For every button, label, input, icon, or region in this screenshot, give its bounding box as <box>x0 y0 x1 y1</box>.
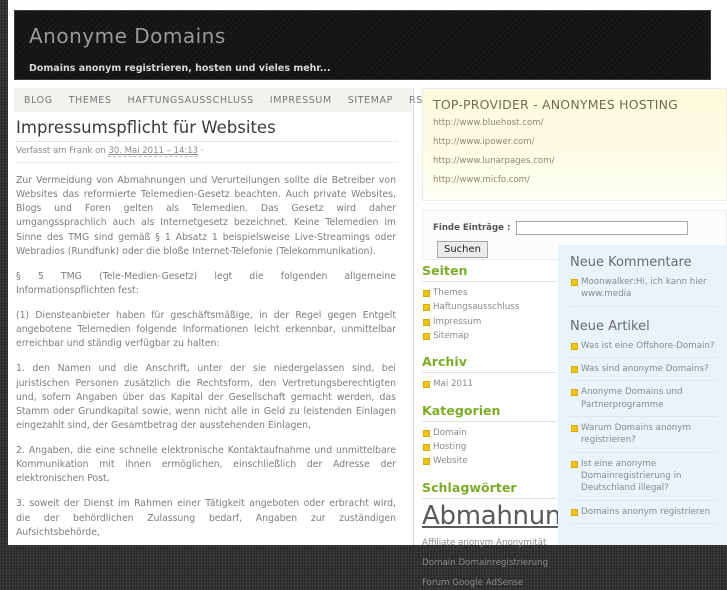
top-provider-widget: TOP-PROVIDER - ANONYMES HOSTING http://w… <box>422 88 727 201</box>
sidebar-right-column: Neue Kommentare Moonwalker:Hi, ich kann … <box>558 245 727 545</box>
list-item[interactable]: Moonwalker:Hi, ich kann hier www.media <box>570 276 717 307</box>
tag-abmahnung[interactable]: Abmahnung <box>422 502 578 530</box>
nav-item-blog[interactable]: BLOG <box>24 95 53 106</box>
list-item[interactable]: Was sind anonyme Domains? <box>570 363 717 382</box>
post-paragraph: Zur Vermeidung von Abmahnungen und Verur… <box>16 175 396 257</box>
post-paragraph: 2. Angaben, die eine schnelle elektronis… <box>16 445 396 485</box>
post-paragraph: § 5 TMG (Tele-Medien-Gesetz) legt die fo… <box>16 270 396 296</box>
site-tagline: Domains anonym registrieren, hosten und … <box>29 63 331 74</box>
widget-list-seiten: Themes Haftungsausschluss Impressum Site… <box>422 287 557 342</box>
list-item[interactable]: Website <box>422 455 557 467</box>
link-hosting[interactable]: Hosting <box>433 442 466 452</box>
widget-list-artikel: Was ist eine Offshore-Domain? Was sind a… <box>570 340 717 525</box>
search-input[interactable] <box>516 221 689 235</box>
widget-title-kommentare: Neue Kommentare <box>570 255 692 270</box>
widget-title-schlagwoerter: Schlagwörter <box>422 480 557 499</box>
main-navigation: BLOG THEMES HAFTUNGSAUSSCHLUSS IMPRESSUM… <box>14 88 429 112</box>
list-item[interactable]: Themes <box>422 287 557 299</box>
sidebar-left-column: Seiten Themes Haftungsausschluss Impress… <box>422 263 578 590</box>
link-sitemap[interactable]: Sitemap <box>433 331 469 341</box>
list-item[interactable]: Domains anonym registrieren <box>570 506 717 525</box>
article-link-partnerprogramme[interactable]: Anonyme Domains und Partnerprogramme <box>581 387 683 409</box>
article-link-illegal[interactable]: Ist eine anonyme Domainregistrierung in … <box>581 459 681 494</box>
list-item[interactable]: Mai 2011 <box>422 378 557 390</box>
nav-item-sitemap[interactable]: SITEMAP <box>348 95 393 106</box>
link-domain[interactable]: Domain <box>433 428 467 438</box>
link-website[interactable]: Website <box>433 456 468 466</box>
post-meta-suffix: · <box>198 146 204 156</box>
list-item[interactable]: Was ist eine Offshore-Domain? <box>570 340 717 359</box>
post-date-link[interactable]: 30. Mai 2011 – 14:13 <box>108 146 199 157</box>
link-impressum[interactable]: Impressum <box>433 317 481 327</box>
site-title: Anonyme Domains <box>29 24 226 48</box>
comment-link-moonwalker[interactable]: Moonwalker:Hi, ich kann hier www.media <box>581 277 707 299</box>
tag-cloud: Abmahnung Affiliate anonym Anonymität Do… <box>422 502 578 590</box>
list-item[interactable]: Anonyme Domains und Partnerprogramme <box>570 386 717 418</box>
link-mai-2011[interactable]: Mai 2011 <box>433 379 473 389</box>
widget-title-archiv: Archiv <box>422 354 557 374</box>
list-item[interactable]: Ist eine anonyme Domainregistrierung in … <box>570 458 717 501</box>
list-item[interactable]: Impressum <box>422 316 557 328</box>
search-label: Finde Einträge : <box>433 223 511 233</box>
post-meta-prefix: Verfasst am Frank on <box>16 146 109 156</box>
widget-title-kategorien: Kategorien <box>422 403 557 422</box>
article-link-offshore-domain[interactable]: Was ist eine Offshore-Domain? <box>581 341 714 351</box>
article-column: Impressumspflicht für Websites Verfasst … <box>14 118 406 545</box>
list-item[interactable]: Haftungsausschluss <box>422 301 557 313</box>
list-item[interactable]: Hosting <box>422 441 557 453</box>
widget-title-seiten: Seiten <box>422 263 557 282</box>
link-haftungsausschluss[interactable]: Haftungsausschluss <box>433 302 519 312</box>
post-paragraph: (1) Diensteanbieter haben für geschäftsm… <box>16 310 396 350</box>
provider-link-bluehost[interactable]: http://www.bluehost.com/ <box>433 118 716 128</box>
provider-link-lunarpages[interactable]: http://www.lunarpages.com/ <box>433 156 716 166</box>
widget-list-kommentare: Moonwalker:Hi, ich kann hier www.media <box>570 276 717 307</box>
list-item[interactable]: Sitemap <box>422 330 557 342</box>
search-submit-button[interactable]: Suchen <box>437 241 489 258</box>
nav-item-themes[interactable]: THEMES <box>69 95 112 106</box>
list-item[interactable]: Warum Domains anonym registrieren? <box>570 422 717 453</box>
post-title: Impressumspflicht für Websites <box>16 118 398 142</box>
nav-item-haftungsausschluss[interactable]: HAFTUNGSAUSSCHLUSS <box>128 95 254 106</box>
link-themes[interactable]: Themes <box>433 288 468 298</box>
provider-link-micfo[interactable]: http://www.micfo.com/ <box>433 175 716 185</box>
sidebar-area: TOP-PROVIDER - ANONYMES HOSTING http://w… <box>420 88 727 588</box>
widget-list-archiv: Mai 2011 <box>422 378 557 390</box>
post-paragraph: 3. soweit der Dienst im Rahmen einer Tät… <box>16 498 396 538</box>
article-link-anonym-registrieren[interactable]: Domains anonym registrieren <box>581 507 710 517</box>
list-item[interactable]: Domain <box>422 427 557 439</box>
page-sheet: Anonyme Domains Domains anonym registrie… <box>8 0 727 588</box>
site-header: Anonyme Domains Domains anonym registrie… <box>14 10 711 80</box>
nav-item-impressum[interactable]: IMPRESSUM <box>270 95 332 106</box>
tag-cloud-small-tags[interactable]: Affiliate anonym Anonymität Domain Domai… <box>422 538 548 588</box>
post-meta: Verfasst am Frank on 30. Mai 2011 – 14:1… <box>16 146 398 163</box>
widget-title-artikel: Neue Artikel <box>570 318 650 334</box>
widget-list-kategorien: Domain Hosting Website <box>422 427 557 468</box>
column-divider <box>413 88 414 545</box>
post-body: Zur Vermeidung von Abmahnungen und Verur… <box>14 174 398 545</box>
top-provider-title: TOP-PROVIDER - ANONYMES HOSTING <box>433 97 679 112</box>
post-paragraph: 1. den Namen und die Anschrift, unter de… <box>16 363 396 431</box>
provider-link-ipower[interactable]: http://www.ipower.com/ <box>433 137 716 147</box>
article-link-warum-anonym[interactable]: Warum Domains anonym registrieren? <box>581 423 691 445</box>
article-link-anonyme-domains[interactable]: Was sind anonyme Domains? <box>581 364 709 374</box>
